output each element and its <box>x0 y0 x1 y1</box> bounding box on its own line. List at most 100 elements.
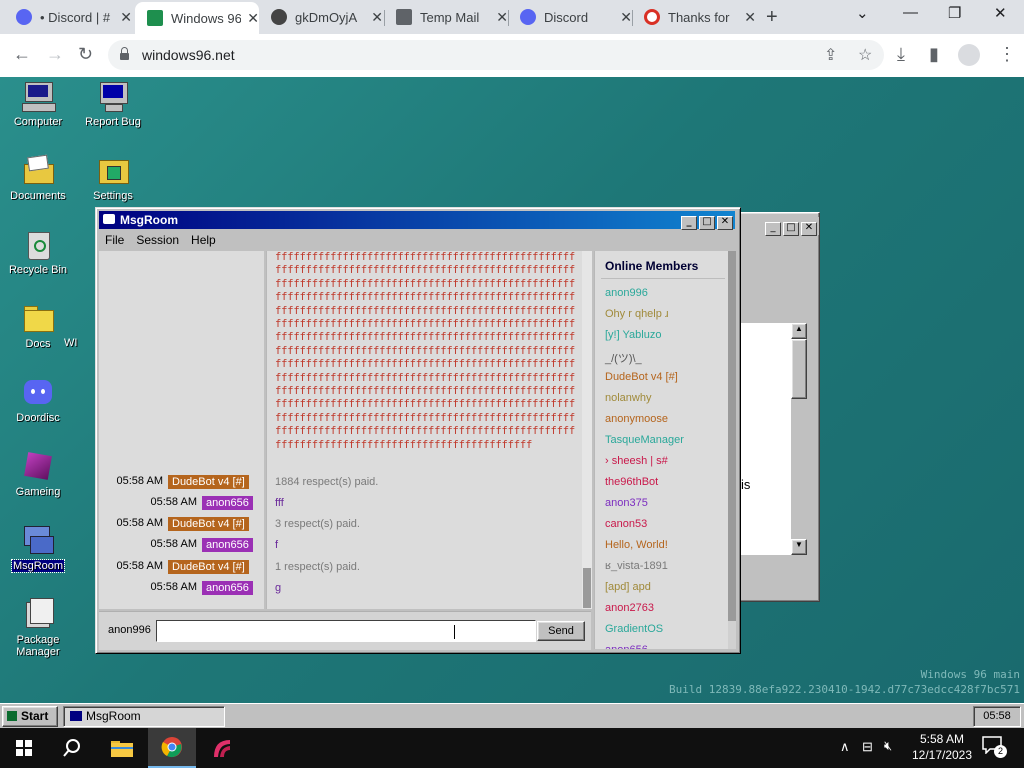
tab-search-chevron-icon[interactable]: ⌄ <box>856 4 869 22</box>
address-bar[interactable]: windows96.net ⇪ ☆ <box>108 40 884 70</box>
desktop-icon-doordisc[interactable]: Doordisc <box>3 376 73 424</box>
message-nick[interactable]: DudeBot v4 [#] <box>168 475 249 489</box>
member-list-item[interactable]: _/(ツ)\_ <box>605 350 642 366</box>
tab-close-icon[interactable]: ✕ <box>120 9 132 26</box>
scrollbar[interactable]: ▲ ▼ <box>791 323 807 555</box>
minimize-icon[interactable]: _ <box>681 216 697 230</box>
restore-icon[interactable]: ❐ <box>948 4 961 22</box>
desktop-icon-settings[interactable]: Settings <box>78 154 148 202</box>
member-list-item[interactable]: Hello, World! <box>605 539 668 551</box>
members-scrollbar[interactable] <box>728 251 736 649</box>
menu-help[interactable]: Help <box>185 231 222 249</box>
side-panel-icon[interactable]: ▮ <box>929 44 939 65</box>
tab-windows96[interactable]: Windows 96 ✕ <box>135 2 259 34</box>
desktop-icon-computer[interactable]: Computer <box>3 80 73 128</box>
bookmark-star-icon[interactable]: ☆ <box>858 45 872 65</box>
member-list-item[interactable]: anon2763 <box>605 602 654 614</box>
back-arrow-icon[interactable]: ← <box>13 44 31 65</box>
close-window-icon[interactable]: ✕ <box>994 4 1007 22</box>
member-list-item[interactable]: anonymoose <box>605 413 668 425</box>
reload-icon[interactable]: ↻ <box>78 44 93 65</box>
profile-avatar-icon[interactable] <box>958 44 980 66</box>
member-list-item[interactable]: ʁ_vista-1891 <box>605 560 668 572</box>
member-list-item[interactable]: [y!] Yabluzo <box>605 329 661 341</box>
member-list-item[interactable]: › sheesh | s# <box>605 455 668 467</box>
members-scroll-thumb[interactable] <box>728 251 736 621</box>
maximize-icon[interactable]: □ <box>783 222 799 236</box>
message-nick[interactable]: anon656 <box>202 538 253 552</box>
minimize-icon[interactable]: — <box>903 4 918 21</box>
member-list-item[interactable]: TasqueManager <box>605 434 684 446</box>
chat-scroll-thumb[interactable] <box>583 568 591 608</box>
forward-arrow-icon[interactable]: → <box>46 44 64 65</box>
desktop-icon-msgroom[interactable]: MsgRoom <box>3 524 73 573</box>
message-input[interactable] <box>156 620 536 642</box>
message-nick[interactable]: anon656 <box>202 496 253 510</box>
member-list-item[interactable]: the96thBot <box>605 476 658 488</box>
tab-thanks-for[interactable]: Thanks for ✕ <box>632 3 756 31</box>
scroll-down-icon[interactable]: ▼ <box>791 539 807 555</box>
member-list-item[interactable]: anon656 <box>605 644 648 649</box>
new-tab-plus-icon[interactable]: + <box>766 6 778 29</box>
volume-muted-icon[interactable]: 🔇︎ <box>884 738 892 754</box>
member-list-item[interactable]: [apd] apd <box>605 581 651 593</box>
network-icon[interactable]: ⊟ <box>862 739 873 755</box>
member-list-item[interactable]: GradientOS <box>605 623 663 635</box>
member-list-item[interactable]: anon996 <box>605 287 648 299</box>
tab-close-icon[interactable]: ✕ <box>744 9 756 26</box>
message-meta: 05:58 AM DudeBot v4 [#] <box>99 560 264 576</box>
file-explorer-icon[interactable] <box>98 728 146 768</box>
share-icon[interactable]: ⇪ <box>824 45 837 65</box>
desktop-icon-recycle-bin[interactable]: Recycle Bin <box>3 228 73 276</box>
member-list-item[interactable]: anon375 <box>605 497 648 509</box>
member-list-item[interactable]: nolanwhy <box>605 392 651 404</box>
nickname-label[interactable]: anon996 <box>108 624 151 636</box>
tab-close-icon[interactable]: ✕ <box>620 9 632 26</box>
tab-close-icon[interactable]: ✕ <box>496 9 508 26</box>
chevron-up-icon[interactable]: ∧ <box>840 739 850 755</box>
notification-center-icon[interactable]: 2 <box>982 736 1007 758</box>
message-nick[interactable]: anon656 <box>202 581 253 595</box>
chat-scrollbar[interactable] <box>582 251 592 609</box>
minimize-icon[interactable]: _ <box>765 222 781 236</box>
message-nick[interactable]: DudeBot v4 [#] <box>168 517 249 531</box>
download-icon[interactable]: ⤓ <box>897 44 905 65</box>
member-list-item[interactable]: DudeBot v4 [#] <box>605 371 678 383</box>
msgroom-titlebar[interactable]: MsgRoom _ □ ✕ <box>99 211 735 230</box>
send-button[interactable]: Send <box>537 621 585 641</box>
message-time: 05:58 AM <box>150 496 197 508</box>
desktop-icon-gameing[interactable]: Gameing <box>3 450 73 498</box>
tab-close-icon[interactable]: ✕ <box>247 10 259 27</box>
close-icon[interactable]: ✕ <box>801 222 817 236</box>
desktop-icon-docs[interactable]: Docs <box>3 302 73 350</box>
system-clock[interactable]: 5:58 AM 12/17/2023 <box>906 731 978 763</box>
tab-discord-2[interactable]: Discord ✕ <box>508 3 632 31</box>
url-text[interactable]: windows96.net <box>142 47 235 63</box>
member-list-item[interactable]: canon53 <box>605 518 647 530</box>
menu-file[interactable]: File <box>99 231 130 249</box>
background-window[interactable]: _ □ ✕ is ▲ ▼ <box>738 212 820 602</box>
message-nick[interactable]: DudeBot v4 [#] <box>168 560 249 574</box>
member-list-item[interactable]: Ohy r qhelp ɹ <box>605 308 669 320</box>
tab-discord-1[interactable]: • Discord | # ✕ <box>4 3 132 31</box>
timestamp-nick-column: 05:58 AM DudeBot v4 [#] 05:58 AM anon656… <box>99 251 264 609</box>
tab-close-icon[interactable]: ✕ <box>371 9 383 26</box>
menu-session[interactable]: Session <box>130 231 185 249</box>
start-button[interactable]: Start <box>2 706 58 727</box>
scroll-thumb[interactable] <box>791 339 807 399</box>
menu-kebab-icon[interactable]: ⋮ <box>998 44 1016 65</box>
desktop-icon-package-manager[interactable]: Package Manager <box>3 598 73 658</box>
search-icon[interactable] <box>48 728 96 768</box>
windows-start-icon[interactable] <box>0 728 48 768</box>
desktop-icon-documents[interactable]: Documents <box>3 154 73 202</box>
close-icon[interactable]: ✕ <box>717 216 733 230</box>
tab-gkdmoyja[interactable]: gkDmOyjA ✕ <box>259 3 383 31</box>
desktop-icon-report-bug[interactable]: Report Bug <box>78 80 148 128</box>
chat-messages[interactable]: ffffffffffffffffffffffffffffffffffffffff… <box>266 251 583 609</box>
taskbar-item-msgroom[interactable]: MsgRoom <box>63 706 225 727</box>
chrome-icon[interactable] <box>148 728 196 768</box>
scroll-up-icon[interactable]: ▲ <box>791 323 807 339</box>
maximize-icon[interactable]: □ <box>699 216 715 230</box>
app-icon[interactable] <box>198 728 246 768</box>
tab-temp-mail[interactable]: Temp Mail ✕ <box>384 3 508 31</box>
